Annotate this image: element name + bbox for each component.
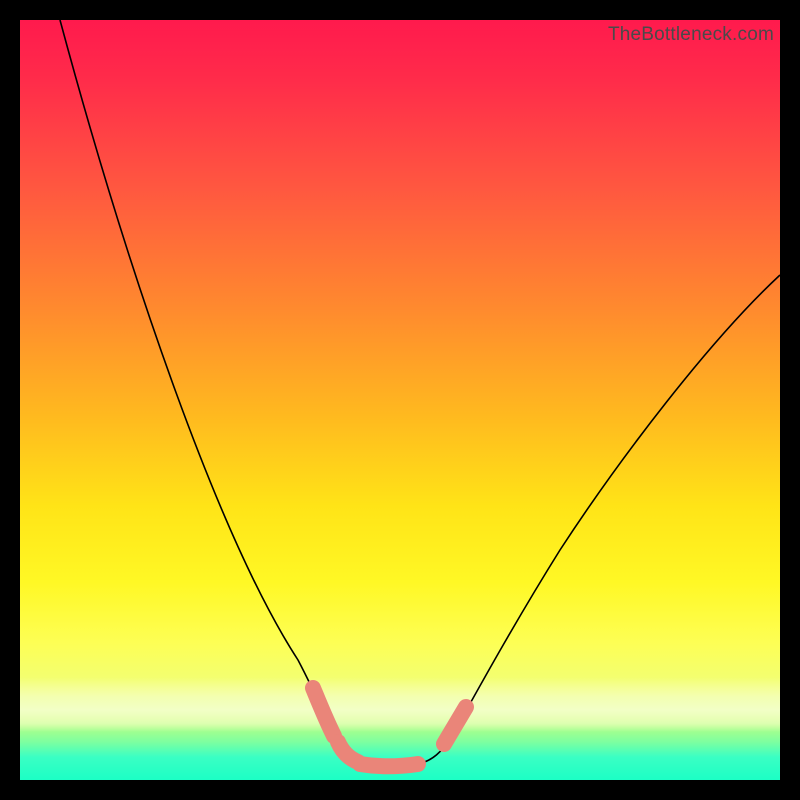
sweet-spot-marker-left-2 (338, 742, 358, 762)
curve-layer (20, 20, 780, 780)
chart-frame: TheBottleneck.com (0, 0, 800, 800)
bottleneck-curve (60, 20, 780, 766)
light-yellow-band (20, 677, 780, 732)
sweet-spot-marker-right (444, 707, 466, 744)
sweet-spot-marker-left (313, 688, 334, 736)
sweet-spot-marker-bottom (360, 764, 418, 766)
watermark-text: TheBottleneck.com (608, 24, 774, 46)
plot-gradient-background: TheBottleneck.com (20, 20, 780, 780)
